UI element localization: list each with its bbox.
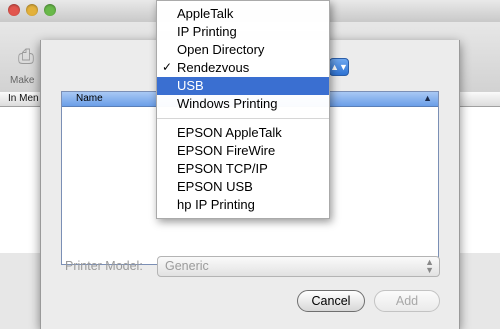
minimize-window-icon[interactable] bbox=[26, 4, 38, 16]
zoom-window-icon[interactable] bbox=[44, 4, 56, 16]
cancel-button[interactable]: Cancel bbox=[297, 290, 365, 312]
menu-item-label: AppleTalk bbox=[177, 6, 234, 21]
menu-separator bbox=[157, 118, 329, 119]
name-column-label: Name bbox=[76, 93, 103, 104]
add-button[interactable]: Add bbox=[374, 290, 440, 312]
menu-item-label: Rendezvous bbox=[177, 60, 250, 75]
connection-type-menu: AppleTalk IP Printing Open Directory ✓ R… bbox=[156, 0, 330, 219]
menu-item-ip-printing[interactable]: IP Printing bbox=[157, 23, 329, 41]
menu-item-windows-printing[interactable]: Windows Printing bbox=[157, 95, 329, 113]
printer-model-value: Generic bbox=[165, 259, 209, 273]
menu-item-label: IP Printing bbox=[177, 24, 237, 39]
sort-ascending-icon: ▲ bbox=[423, 93, 432, 103]
menu-item-hp-ip-printing[interactable]: hp IP Printing bbox=[157, 196, 329, 214]
printer-model-label: Printer Model: bbox=[65, 259, 143, 273]
menu-item-label: EPSON USB bbox=[177, 179, 253, 194]
menu-item-epson-firewire[interactable]: EPSON FireWire bbox=[157, 142, 329, 160]
in-menu-column-header[interactable]: In Men bbox=[8, 93, 39, 104]
menu-item-open-directory[interactable]: Open Directory bbox=[157, 41, 329, 59]
menu-item-epson-usb[interactable]: EPSON USB bbox=[157, 178, 329, 196]
printer-model-select[interactable]: Generic ▲ ▼ bbox=[157, 256, 440, 277]
make-default-label[interactable]: Make bbox=[10, 75, 34, 86]
menu-item-usb[interactable]: USB bbox=[157, 77, 329, 95]
menu-item-label: hp IP Printing bbox=[177, 197, 255, 212]
menu-item-label: EPSON FireWire bbox=[177, 143, 276, 158]
close-window-icon[interactable] bbox=[8, 4, 20, 16]
menu-item-label: EPSON AppleTalk bbox=[177, 125, 282, 140]
menu-item-label: USB bbox=[177, 78, 204, 93]
menu-item-label: EPSON TCP/IP bbox=[177, 161, 268, 176]
make-default-icon[interactable]: ⎙ bbox=[18, 46, 40, 68]
menu-item-epson-tcpip[interactable]: EPSON TCP/IP bbox=[157, 160, 329, 178]
checkmark-icon: ✓ bbox=[162, 60, 173, 74]
menu-item-label: Open Directory bbox=[177, 42, 265, 57]
select-arrows-icon: ▲ ▼ bbox=[425, 257, 434, 275]
menu-item-epson-appletalk[interactable]: EPSON AppleTalk bbox=[157, 124, 329, 142]
menu-item-appletalk[interactable]: AppleTalk bbox=[157, 5, 329, 23]
menu-item-label: Windows Printing bbox=[177, 96, 278, 111]
connection-type-popup-arrows[interactable]: ▲▼ bbox=[329, 58, 349, 76]
menu-item-rendezvous[interactable]: ✓ Rendezvous bbox=[157, 59, 329, 77]
